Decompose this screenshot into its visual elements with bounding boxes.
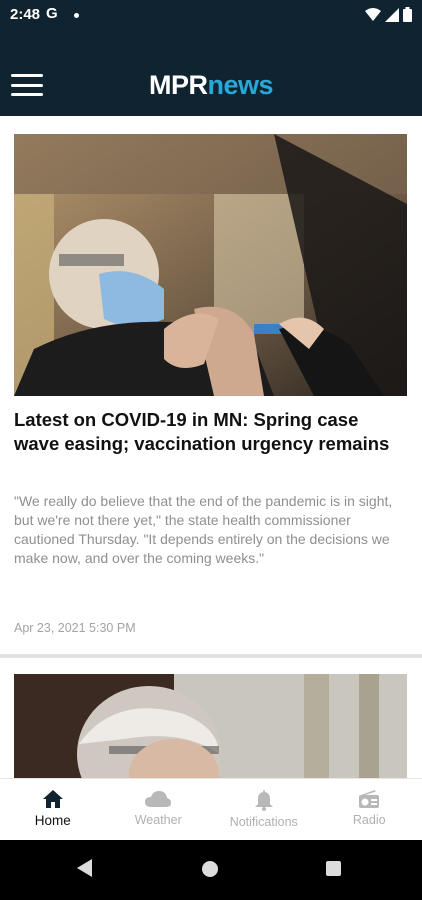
news-feed[interactable]: Latest on COVID-19 in MN: Spring case wa…	[0, 116, 422, 778]
nav-radio[interactable]: Radio	[317, 779, 422, 840]
article-photo[interactable]	[14, 134, 407, 396]
article-headline[interactable]: Latest on COVID-19 in MN: Spring case wa…	[14, 408, 408, 456]
home-icon	[42, 790, 63, 808]
bell-icon	[254, 790, 273, 811]
app-header: MPRnews	[0, 30, 422, 116]
cloud-icon	[145, 791, 172, 807]
nav-notifications[interactable]: Notifications	[211, 779, 317, 840]
home-circle-icon[interactable]	[202, 861, 218, 877]
back-icon[interactable]	[76, 858, 94, 878]
nav-weather-label: Weather	[134, 813, 182, 827]
nav-home-label: Home	[34, 813, 71, 828]
article-card[interactable]	[0, 658, 422, 778]
recents-icon[interactable]	[326, 861, 341, 876]
status-bar: 2:48 G	[0, 0, 422, 30]
article-date: Apr 23, 2021 5:30 PM	[14, 621, 136, 635]
bottom-navigation: Home Weather Notifications Radio	[0, 778, 422, 840]
nav-weather[interactable]: Weather	[106, 779, 212, 840]
article-card[interactable]: Latest on COVID-19 in MN: Spring case wa…	[0, 116, 422, 654]
battery-icon	[403, 7, 412, 22]
nav-radio-label: Radio	[352, 813, 386, 827]
system-navigation-bar	[0, 840, 422, 900]
nav-notifications-label: Notifications	[229, 815, 298, 829]
wifi-icon	[365, 7, 381, 21]
google-icon: G	[46, 5, 58, 22]
article-summary: "We really do believe that the end of th…	[14, 493, 393, 566]
status-time: 2:48	[10, 6, 41, 23]
status-icons	[365, 7, 412, 22]
notification-dot-icon	[74, 13, 79, 18]
article-photo[interactable]	[14, 674, 407, 778]
mpr-news-logo: MPRnews	[148, 70, 274, 100]
signal-icon	[385, 7, 399, 22]
radio-icon	[359, 790, 380, 808]
nav-home[interactable]: Home	[0, 779, 106, 840]
